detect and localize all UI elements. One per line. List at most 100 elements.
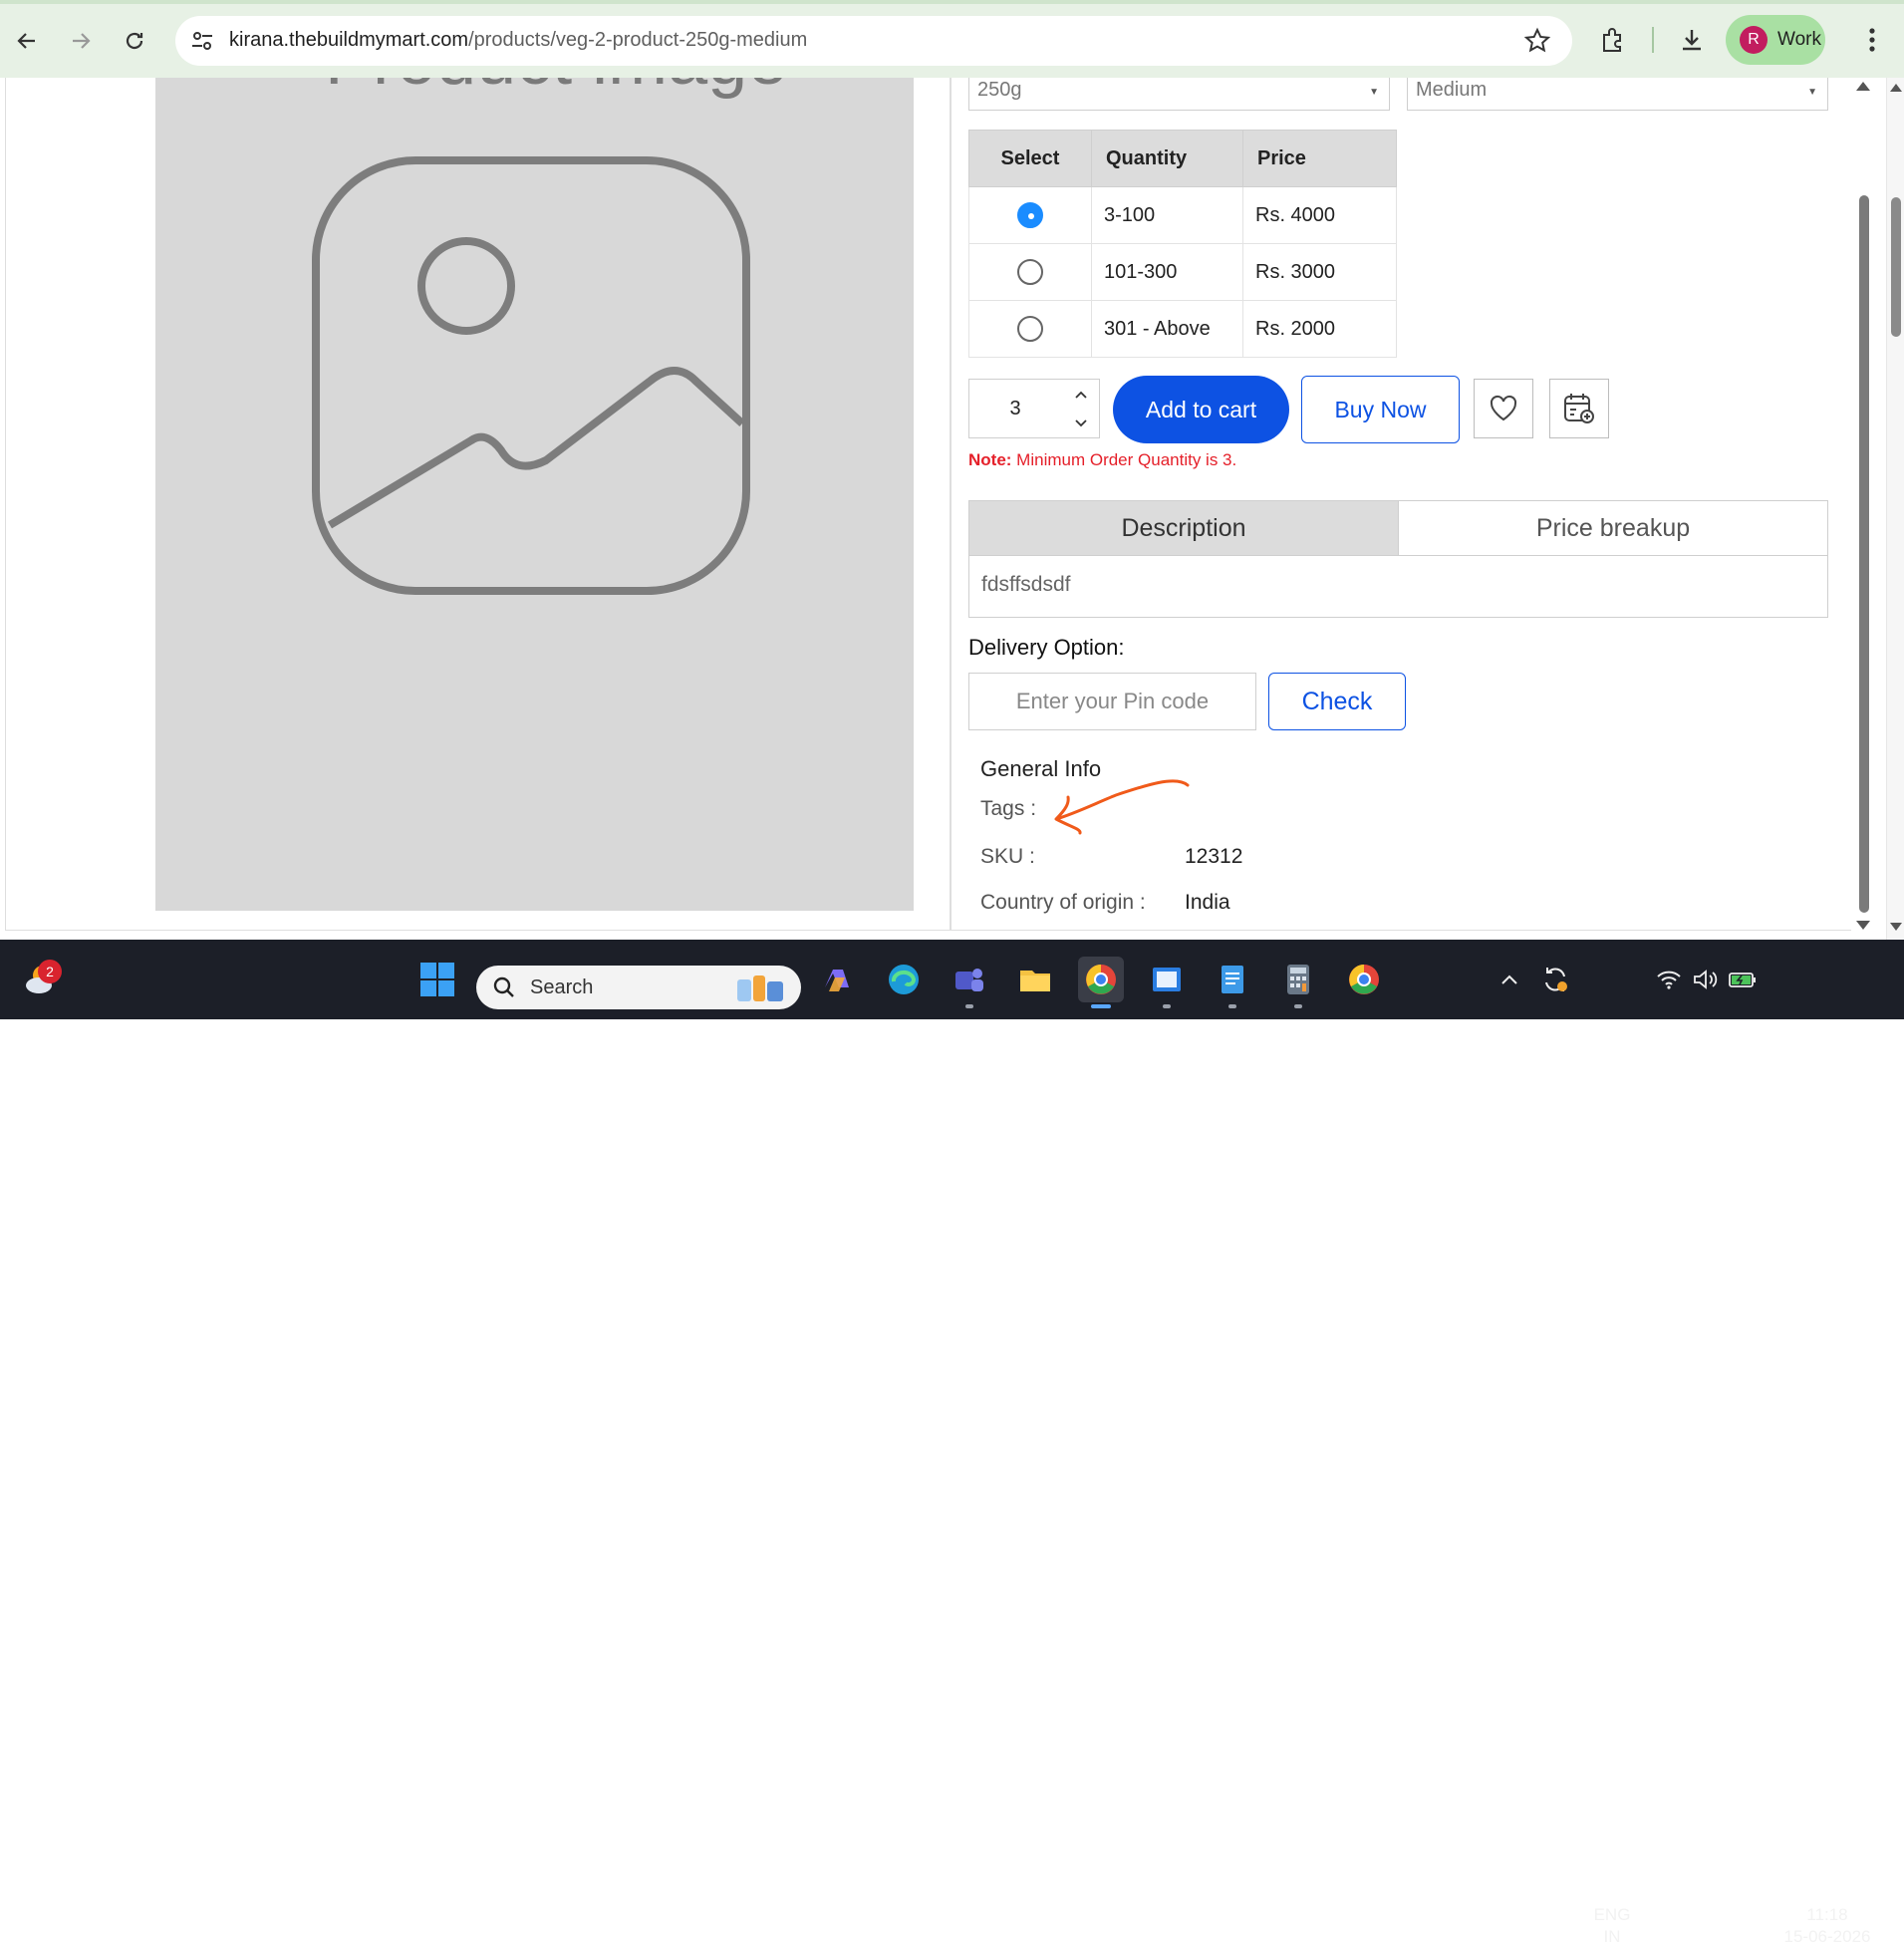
- address-bar[interactable]: kirana.thebuildmymart.com/products/veg-2…: [175, 16, 1572, 66]
- info-tabs: Description Price breakup: [968, 500, 1828, 556]
- size-select[interactable]: Medium ▼: [1407, 78, 1828, 111]
- reload-button[interactable]: [116, 22, 153, 60]
- price-cell: Rs. 4000: [1242, 186, 1397, 244]
- running-indicator: [1228, 1004, 1236, 1008]
- col-header-select: Select: [968, 130, 1092, 187]
- table-row[interactable]: 101-300 Rs. 3000: [968, 243, 1397, 301]
- schedule-button[interactable]: [1549, 379, 1609, 438]
- tab-strip-edge: [0, 0, 1904, 4]
- chrome-icon: [1349, 965, 1379, 994]
- battery-button[interactable]: [1720, 957, 1766, 1002]
- site-info-icon[interactable]: [189, 28, 215, 54]
- image-placeholder-text: Product image: [325, 78, 787, 101]
- running-indicator: [1091, 1004, 1111, 1008]
- calculator-app[interactable]: [1275, 957, 1321, 1008]
- product-image: Product image: [155, 78, 914, 911]
- extensions-button[interactable]: [1595, 22, 1631, 58]
- add-to-cart-button[interactable]: Add to cart: [1113, 376, 1289, 443]
- teams-icon: [955, 969, 983, 991]
- weight-select[interactable]: 250g ▼: [968, 78, 1390, 111]
- show-hidden-icons-button[interactable]: [1487, 957, 1532, 1002]
- running-indicator: [1294, 1004, 1302, 1008]
- browser-toolbar: kirana.thebuildmymart.com/products/veg-2…: [0, 0, 1904, 78]
- price-cell: Rs. 2000: [1242, 300, 1397, 358]
- inner-scrollbar[interactable]: [1851, 78, 1870, 935]
- calculator-icon: [1287, 965, 1309, 994]
- annotation-arrow-icon: [1054, 779, 1190, 835]
- image-placeholder-icon: [312, 156, 750, 595]
- profile-name: Work: [1777, 29, 1821, 50]
- radio-cell: [968, 243, 1092, 301]
- back-arrow-icon: [17, 33, 35, 49]
- lang-bottom: IN: [1603, 1927, 1621, 1946]
- buy-now-button[interactable]: Buy Now: [1301, 376, 1460, 443]
- running-indicator: [965, 1004, 973, 1008]
- size-select-value: Medium: [1416, 79, 1488, 101]
- file-explorer-app[interactable]: [1012, 957, 1058, 1002]
- profile-button[interactable]: R Work: [1726, 15, 1825, 65]
- forward-arrow-icon: [73, 33, 91, 49]
- teams-app[interactable]: [947, 957, 992, 1008]
- table-header-row: Select Quantity Price: [968, 130, 1397, 187]
- browser-menu-button[interactable]: [1857, 22, 1887, 58]
- search-icon: [493, 976, 514, 997]
- copilot-app[interactable]: [814, 957, 860, 1002]
- table-row[interactable]: 301 - Above Rs. 2000: [968, 300, 1397, 358]
- scroll-up-arrow-icon[interactable]: [1890, 84, 1902, 92]
- radio-cell: [968, 300, 1092, 358]
- tab-description[interactable]: Description: [969, 501, 1398, 555]
- battery-charging-icon: [1729, 973, 1756, 987]
- forward-button[interactable]: [62, 22, 100, 60]
- col-header-price: Price: [1242, 130, 1397, 187]
- profile-avatar: R: [1740, 26, 1768, 54]
- scroll-up-arrow-icon[interactable]: [1856, 82, 1870, 91]
- calendar-add-icon: [1564, 394, 1594, 423]
- pincode-input[interactable]: Enter your Pin code: [968, 673, 1256, 730]
- scroll-thumb[interactable]: [1859, 195, 1869, 913]
- sync-status[interactable]: [1532, 957, 1578, 1002]
- note-text: Minimum Order Quantity is 3.: [1011, 450, 1237, 469]
- back-button[interactable]: [8, 22, 46, 60]
- tags-label: Tags :: [980, 797, 1037, 820]
- toolbar-separator: [1652, 27, 1654, 53]
- bookmark-star-icon[interactable]: [1522, 26, 1552, 56]
- chrome-app-active[interactable]: [1078, 957, 1124, 1008]
- scroll-thumb[interactable]: [1891, 197, 1901, 337]
- scroll-down-arrow-icon[interactable]: [1856, 921, 1870, 930]
- tier-radio[interactable]: [1017, 259, 1043, 285]
- description-text: fdsffsdsdf: [968, 555, 1828, 618]
- puzzle-icon: [1603, 28, 1621, 52]
- chevron-down-icon: ▼: [1369, 87, 1379, 98]
- scroll-down-arrow-icon[interactable]: [1890, 923, 1902, 931]
- increment-chevron-up-icon[interactable]: [1063, 381, 1099, 409]
- url-host: kirana.thebuildmymart.com: [229, 29, 469, 51]
- app-window[interactable]: [1144, 957, 1190, 1008]
- decrement-chevron-down-icon[interactable]: [1063, 410, 1099, 437]
- language-indicator[interactable]: ENG IN: [1588, 1904, 1636, 1948]
- windows-logo-icon: [420, 963, 454, 996]
- downloads-button[interactable]: [1674, 22, 1710, 58]
- wishlist-button[interactable]: [1474, 379, 1533, 438]
- taskbar-search[interactable]: Search: [476, 966, 801, 1009]
- delivery-option-label: Delivery Option:: [968, 635, 1125, 660]
- tab-price-breakup[interactable]: Price breakup: [1398, 501, 1827, 555]
- quantity-cell: 301 - Above: [1091, 300, 1243, 358]
- table-row[interactable]: 3-100 Rs. 4000: [968, 186, 1397, 244]
- page-scrollbar[interactable]: [1886, 78, 1904, 940]
- chevron-down-icon: ▼: [1807, 87, 1817, 98]
- edge-app[interactable]: [881, 957, 927, 1002]
- check-pincode-button[interactable]: Check: [1268, 673, 1406, 730]
- start-button[interactable]: [414, 957, 460, 1002]
- country-of-origin-label: Country of origin :: [980, 891, 1146, 914]
- chevron-up-icon: [1501, 974, 1517, 984]
- notepad-icon: [1222, 966, 1243, 993]
- tier-radio-selected[interactable]: [1017, 202, 1043, 228]
- url-path: /products/veg-2-product-250g-medium: [468, 29, 808, 51]
- quantity-stepper[interactable]: 3: [968, 379, 1100, 438]
- tier-radio[interactable]: [1017, 316, 1043, 342]
- chrome-app-2[interactable]: [1341, 957, 1387, 1002]
- clock[interactable]: 11:18 15-06-2026: [1773, 1904, 1881, 1948]
- min-order-note: Note: Minimum Order Quantity is 3.: [968, 450, 1236, 470]
- quantity-value[interactable]: 3: [969, 380, 1061, 437]
- notepad-app[interactable]: [1210, 957, 1255, 1008]
